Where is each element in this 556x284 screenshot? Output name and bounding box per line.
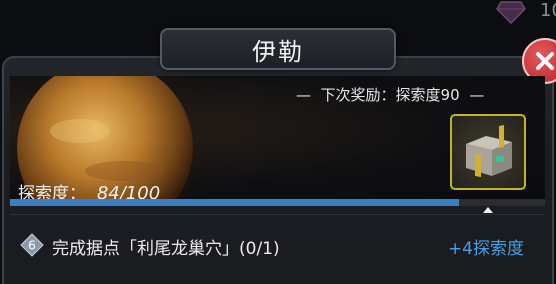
reward-chest-button[interactable] xyxy=(450,114,526,190)
task-row[interactable]: 6 完成据点「利尾龙巢穴」(0/1) +4探索度 xyxy=(16,226,536,264)
next-reward-label: — 下次奖励：探索度90 — xyxy=(296,86,485,104)
reward-threshold-marker xyxy=(483,207,493,213)
task-description: 完成据点「利尾龙巢穴」(0/1) xyxy=(52,239,280,259)
diamond-icon xyxy=(496,1,526,24)
page-title: 伊勒 xyxy=(252,37,304,66)
divider xyxy=(10,214,545,215)
task-number: 6 xyxy=(28,239,36,253)
exploration-progress-fill xyxy=(10,199,460,206)
close-icon xyxy=(536,52,554,70)
title-tab: 伊勒 xyxy=(160,28,396,70)
task-number-badge: 6 xyxy=(20,233,44,257)
exploration-progress-bar xyxy=(10,199,545,206)
task-reward: +4探索度 xyxy=(447,239,524,259)
reward-chest-icon xyxy=(466,124,512,178)
gem-count: 10 xyxy=(540,0,556,21)
